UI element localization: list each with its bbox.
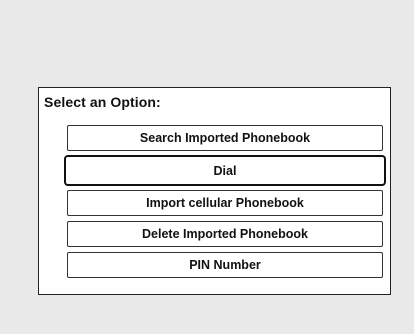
option-label: Dial — [213, 163, 237, 178]
option-pin-number[interactable]: PIN Number — [67, 252, 383, 278]
option-label: Delete Imported Phonebook — [142, 227, 308, 241]
option-dialog: Select an Option: Search Imported Phoneb… — [38, 87, 391, 295]
option-delete-imported-phonebook[interactable]: Delete Imported Phonebook — [67, 221, 383, 247]
option-label: Search Imported Phonebook — [139, 131, 311, 145]
option-label: Import cellular Phonebook — [146, 196, 304, 210]
option-search-imported-phonebook[interactable]: Search Imported Phonebook — [67, 125, 383, 151]
option-import-cellular-phonebook[interactable]: Import cellular Phonebook — [67, 190, 383, 216]
phone-menu-screen: Select an Option: Search Imported Phoneb… — [0, 0, 414, 334]
option-dial[interactable]: Dial — [64, 155, 386, 186]
option-label: PIN Number — [189, 258, 261, 272]
dialog-prompt: Select an Option: — [44, 94, 161, 110]
